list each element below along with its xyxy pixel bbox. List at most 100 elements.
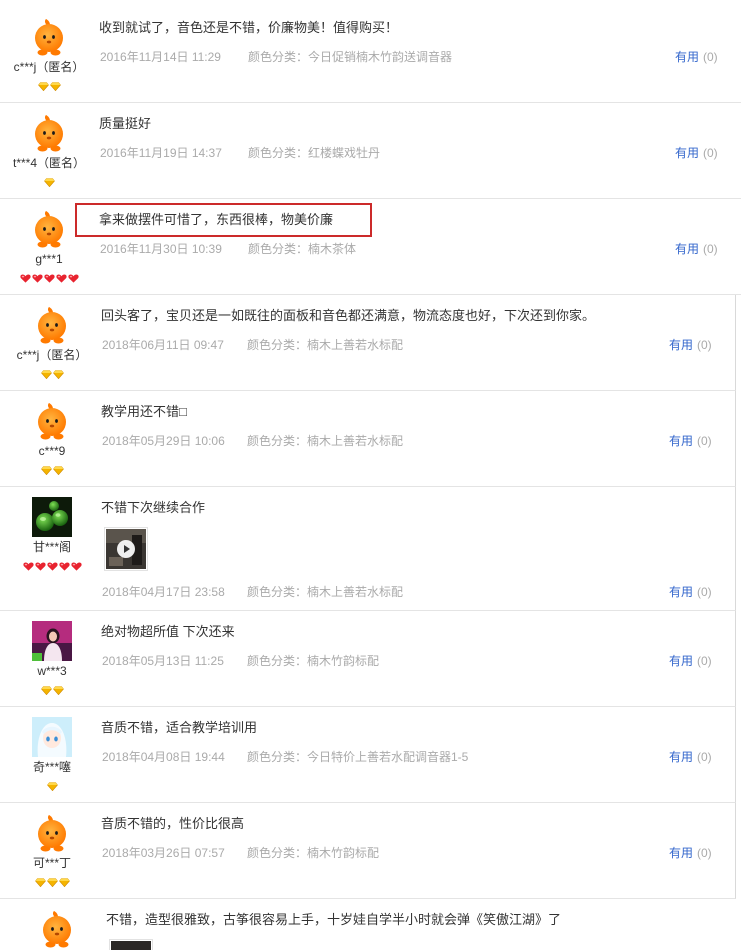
red-heart-icon <box>68 274 79 283</box>
useful-label[interactable]: 有用 <box>669 750 693 764</box>
review-text: 不错下次继续合作 <box>101 500 206 515</box>
review-media <box>109 939 736 950</box>
review-body: 音质不错，适合教学培训用 2018年04月08日 19:44 颜色分类：今日特价上善… <box>0 707 735 775</box>
review-item: c***9 教学用还不错□ 2018年05月29日 10:06 颜色分类：楠木上善若水… <box>0 391 736 487</box>
useful-button[interactable]: 有用 (0) <box>669 584 712 600</box>
sku-info: 颜色分类：今日促销楠木竹韵送调音器 <box>248 50 453 64</box>
credit-badges <box>0 178 98 188</box>
review-body: 拿来做摆件可惜了，东西很棒，物美价廉 2016年11月30日 10:39 颜色分类：… <box>0 199 741 267</box>
review-body: 教学用还不错□ 2018年05月29日 10:06 颜色分类：楠木上善若水标配 有用 (… <box>0 391 735 459</box>
review-item: g***1 拿来做摆件可惜了，东西很棒，物美价廉 2016年11月30日 10:39… <box>0 199 741 295</box>
credit-badges <box>0 370 104 380</box>
credit-badges <box>0 782 104 792</box>
useful-count: (0) <box>703 242 718 256</box>
useful-label[interactable]: 有用 <box>669 585 693 599</box>
review-meta: 2016年11月30日 10:39 颜色分类：楠木茶体 有用 (0) <box>99 241 741 257</box>
reviewer-name: c***9 <box>38 444 66 458</box>
useful-count: (0) <box>697 434 712 448</box>
useful-count: (0) <box>697 846 712 860</box>
reviewer-info: w***3 <box>0 611 104 696</box>
yellow-diamond-icon <box>47 782 58 791</box>
red-heart-icon <box>32 274 43 283</box>
red-heart-icon <box>20 274 31 283</box>
reviewer-name: 甘***阁 <box>32 540 71 554</box>
useful-button[interactable]: 有用 (0) <box>669 433 712 449</box>
photo-thumbnail[interactable] <box>109 939 153 950</box>
credit-badges <box>0 274 98 284</box>
red-heart-icon <box>59 562 70 571</box>
credit-badges <box>0 82 98 92</box>
credit-badges <box>0 562 104 572</box>
yellow-diamond-icon <box>41 370 52 379</box>
reviewer-name: c***j（匿名） <box>16 348 88 362</box>
review-date: 2016年11月14日 11:29 <box>100 50 221 64</box>
useful-label[interactable]: 有用 <box>669 434 693 448</box>
useful-label[interactable]: 有用 <box>675 50 699 64</box>
reviewer-info: 奇***噻 <box>0 707 104 792</box>
yellow-diamond-icon <box>41 686 52 695</box>
review-list: c***j（匿名） 回头客了，宝贝还是一如既往的面板和音色都还满意，物流态度也好，… <box>0 295 736 950</box>
credit-badges <box>0 466 104 476</box>
yellow-diamond-icon <box>41 466 52 475</box>
credit-badges <box>0 686 104 696</box>
review-text: 收到就试了，音色还是不错，价廉物美！值得购买！ <box>99 20 399 35</box>
red-heart-icon <box>47 562 58 571</box>
review-media <box>104 527 735 571</box>
review-meta: 2018年06月11日 09:47 颜色分类：楠木上善若水标配 有用 (0) <box>101 337 735 353</box>
yellow-diamond-icon <box>59 878 70 887</box>
user-avatar <box>32 305 72 345</box>
review-text: 教学用还不错□ <box>101 404 187 419</box>
review-item: 不错，造型很雅致，古筝很容易上手，十岁娃自学半小时就会弹《笑傲江湖》了 <box>0 899 736 950</box>
reviewer-name: t***4（匿名） <box>12 156 86 170</box>
review-meta: 2018年04月08日 19:44 颜色分类：今日特价上善若水配调音器1-5 有用 (… <box>101 749 735 765</box>
video-thumbnail[interactable] <box>104 527 148 571</box>
useful-label[interactable]: 有用 <box>669 846 693 860</box>
review-date: 2018年05月29日 10:06 <box>102 434 225 448</box>
review-meta: 2018年03月26日 07:57 颜色分类：楠木竹韵标配 有用 (0) <box>101 845 735 861</box>
yellow-diamond-icon <box>35 878 46 887</box>
review-item: w***3 绝对物超所值 下次还来 2018年05月13日 11:25 颜色分类：楠木… <box>0 611 736 707</box>
review-item: t***4（匿名） 质量挺好 2016年11月19日 14:37 颜色分类：红楼蝶戏牡… <box>0 103 741 199</box>
review-item: c***j（匿名） 回头客了，宝贝还是一如既往的面板和音色都还满意，物流态度也好，… <box>0 295 736 391</box>
useful-count: (0) <box>697 585 712 599</box>
review-date: 2016年11月30日 10:39 <box>100 242 222 256</box>
useful-count: (0) <box>697 750 712 764</box>
review-meta: 2018年05月13日 11:25 颜色分类：楠木竹韵标配 有用 (0) <box>101 653 735 669</box>
yellow-diamond-icon <box>53 466 64 475</box>
play-icon[interactable] <box>117 540 135 558</box>
useful-label[interactable]: 有用 <box>669 654 693 668</box>
reviewer-info: 可***丁 <box>0 803 104 888</box>
useful-label[interactable]: 有用 <box>669 338 693 352</box>
sku-info: 颜色分类：楠木竹韵标配 <box>247 846 380 860</box>
useful-button[interactable]: 有用 (0) <box>669 845 712 861</box>
review-date: 2016年11月19日 14:37 <box>100 146 222 160</box>
reviewer-info: c***j（匿名） <box>0 295 104 380</box>
review-meta: 2018年05月29日 10:06 颜色分类：楠木上善若水标配 有用 (0) <box>101 433 735 449</box>
user-avatar <box>32 621 72 661</box>
sku-info: 颜色分类：楠木上善若水标配 <box>247 434 404 448</box>
red-heart-icon <box>56 274 67 283</box>
credit-badges <box>0 878 104 888</box>
useful-label[interactable]: 有用 <box>675 242 699 256</box>
user-avatar <box>32 401 72 441</box>
reviewer-name: w***3 <box>37 664 67 678</box>
useful-button[interactable]: 有用 (0) <box>675 241 718 257</box>
useful-button[interactable]: 有用 (0) <box>669 337 712 353</box>
review-text: 音质不错，适合教学培训用 <box>101 720 258 735</box>
review-item: 可***丁 音质不错的，性价比很高 2018年03月26日 07:57 颜色分类：楠木… <box>0 803 736 899</box>
review-body: 绝对物超所值 下次还来 2018年05月13日 11:25 颜色分类：楠木竹韵标配 有… <box>0 611 735 679</box>
user-avatar <box>32 813 72 853</box>
useful-button[interactable]: 有用 (0) <box>669 749 712 765</box>
useful-button[interactable]: 有用 (0) <box>675 49 718 65</box>
review-list: c***j（匿名） 收到就试了，音色还是不错，价廉物美！值得购买！ 2016年11月… <box>0 7 741 295</box>
reviewer-info: c***9 <box>0 391 104 476</box>
sku-info: 颜色分类：红楼蝶戏牡丹 <box>248 146 381 160</box>
user-avatar <box>32 497 72 537</box>
red-heart-icon <box>35 562 46 571</box>
useful-label[interactable]: 有用 <box>675 146 699 160</box>
useful-button[interactable]: 有用 (0) <box>675 145 718 161</box>
user-avatar <box>29 209 69 249</box>
useful-count: (0) <box>697 338 712 352</box>
reviewer-info <box>0 899 114 949</box>
useful-button[interactable]: 有用 (0) <box>669 653 712 669</box>
